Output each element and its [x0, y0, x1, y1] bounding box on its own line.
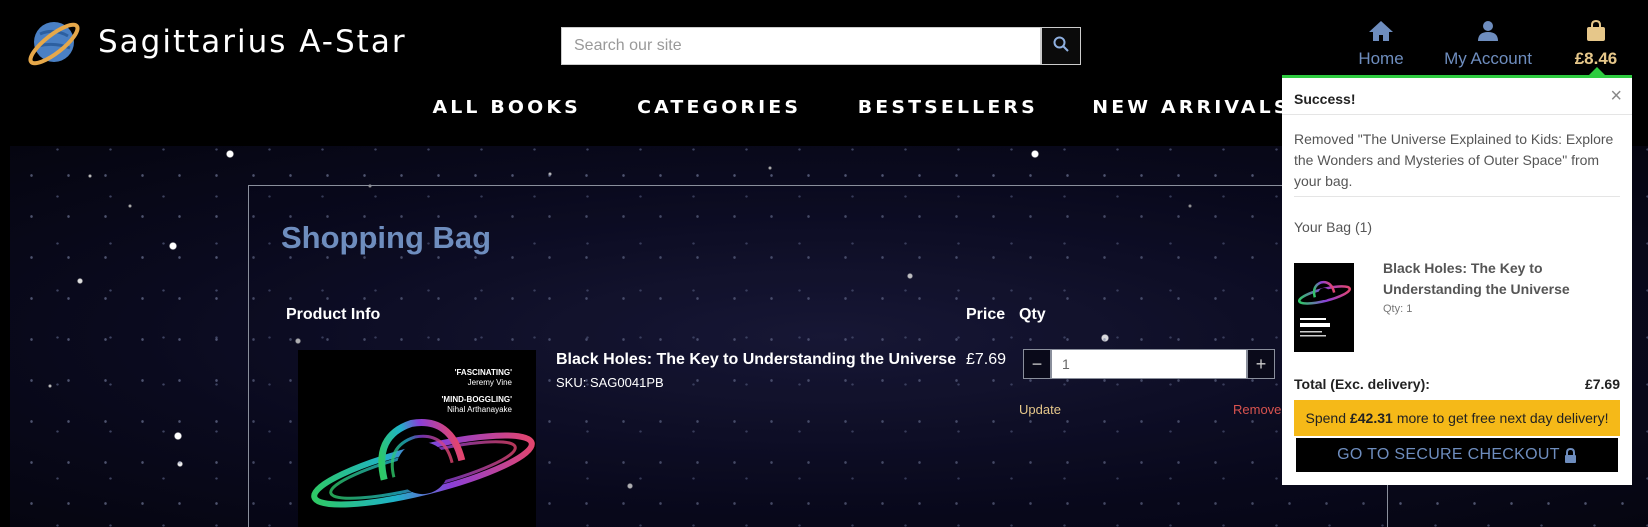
lock-icon: [1564, 447, 1577, 463]
promo-text-pre: Spend: [1305, 410, 1346, 426]
column-header-qty: Qty: [1019, 306, 1046, 323]
account-link[interactable]: My Account: [1444, 20, 1532, 69]
mini-item-qty: Qty: 1: [1383, 303, 1413, 315]
total-value: £7.69: [1584, 376, 1620, 392]
close-icon[interactable]: ×: [1610, 85, 1622, 108]
nav-categories[interactable]: CATEGORIES: [637, 97, 801, 118]
quantity-stepper: − +: [1023, 349, 1275, 379]
search-button[interactable]: [1041, 27, 1081, 65]
secure-checkout-button[interactable]: GO TO SECURE CHECKOUT: [1294, 436, 1620, 474]
bag-total: £8.46: [1574, 49, 1618, 68]
item-sku: SKU: SAG0041PB: [556, 375, 664, 390]
divider: [1294, 196, 1620, 197]
qty-increase-button[interactable]: +: [1247, 349, 1275, 379]
mini-bag-dropdown: Success! × Removed "The Universe Explain…: [1282, 75, 1632, 485]
update-link[interactable]: Update: [1019, 402, 1061, 417]
black-hole-illustration: [311, 419, 535, 508]
account-label: My Account: [1444, 49, 1532, 68]
shopping-bag-icon: [1586, 19, 1606, 47]
item-title[interactable]: Black Holes: The Key to Understanding th…: [556, 351, 956, 369]
mini-item-thumbnail[interactable]: [1294, 263, 1354, 352]
mini-item-title[interactable]: Black Holes: The Key to Understanding th…: [1383, 258, 1598, 300]
home-label: Home: [1358, 49, 1404, 68]
main-navigation: ALL BOOKS CATEGORIES BESTSELLERS NEW ARR…: [432, 97, 1350, 118]
free-delivery-banner: Spend £42.31 more to get free next day d…: [1294, 400, 1620, 436]
search-form: [561, 27, 1081, 65]
mini-book-cover: [1297, 280, 1352, 337]
column-header-product: Product Info: [286, 306, 381, 323]
item-price: £7.69: [966, 351, 1007, 368]
planet-logo-icon: [24, 12, 84, 72]
search-input[interactable]: [561, 27, 1041, 65]
remove-link[interactable]: Remove: [1233, 402, 1281, 417]
checkout-label: GO TO SECURE CHECKOUT: [1337, 446, 1560, 463]
bag-link[interactable]: £8.46: [1568, 19, 1624, 69]
home-icon: [1368, 20, 1394, 47]
book-cover-image[interactable]: 'FASCINATING' Jeremy Vine 'MIND-BOGGLING…: [298, 350, 536, 527]
brand-name: Sagittarius A-Star: [98, 24, 407, 60]
divider: [1282, 114, 1632, 115]
nav-new-arrivals[interactable]: NEW ARRIVALS: [1092, 97, 1290, 118]
search-icon: [1053, 36, 1069, 57]
promo-amount: £42.31: [1349, 410, 1393, 426]
brand-logo[interactable]: Sagittarius A-Star: [24, 12, 407, 72]
bag-count: Your Bag (1): [1294, 219, 1373, 235]
nav-all-books[interactable]: ALL BOOKS: [432, 97, 580, 118]
success-heading: Success!: [1294, 91, 1356, 107]
minus-icon: −: [1031, 353, 1043, 374]
promo-text-post: more to get free next day delivery!: [1396, 410, 1609, 426]
user-icon: [1477, 20, 1499, 47]
page-title: Shopping Bag: [281, 220, 492, 255]
qty-decrease-button[interactable]: −: [1023, 349, 1051, 379]
total-label: Total (Exc. delivery):: [1294, 376, 1430, 392]
column-header-price: Price: [966, 306, 1006, 323]
home-link[interactable]: Home: [1356, 20, 1406, 69]
quantity-input[interactable]: [1051, 349, 1247, 379]
nav-bestsellers[interactable]: BESTSELLERS: [857, 97, 1037, 118]
removal-message: Removed "The Universe Explained to Kids:…: [1294, 131, 1614, 189]
plus-icon: +: [1255, 353, 1267, 374]
dropdown-pointer: [1589, 67, 1605, 75]
